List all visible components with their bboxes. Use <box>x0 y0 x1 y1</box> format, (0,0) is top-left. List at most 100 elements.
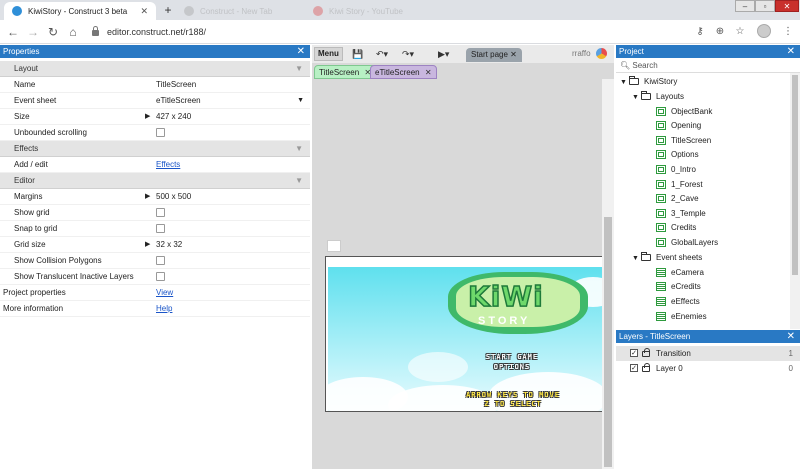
bookmark-star-icon[interactable]: ☆ <box>734 26 746 38</box>
collision-checkbox[interactable] <box>156 256 165 265</box>
layer-visible-checkbox[interactable]: ✓ <box>630 364 638 372</box>
tree-folder-event-sheets[interactable]: ▼ Event sheets <box>632 251 702 265</box>
address-bar[interactable]: editor.construct.net/r188/ <box>92 23 684 41</box>
expand-triangle-icon[interactable]: ▶ <box>145 189 150 205</box>
layout-object-instance[interactable] <box>327 240 341 252</box>
close-icon[interactable]: ✕ <box>510 50 517 59</box>
editor-toolbar: Menu 💾 ↶▾ ↷▾ ▶▾ Start page ✕ rraffo <box>312 45 614 63</box>
back-arrow-icon[interactable]: ← <box>6 25 20 39</box>
maximize-button[interactable]: ▫ <box>755 0 775 12</box>
unbounded-checkbox[interactable] <box>156 128 165 137</box>
close-icon[interactable]: ✕ <box>297 45 305 58</box>
tab-etitlescreen-events[interactable]: eTitleScreen ✕ <box>370 65 437 79</box>
tree-root[interactable]: ▼ KiwiStory <box>620 75 677 89</box>
browser-tab-active[interactable]: KiwiStory - Construct 3 beta ✕ <box>4 2 156 20</box>
translucent-checkbox[interactable] <box>156 272 165 281</box>
tree-item-event-sheet[interactable]: eCredits <box>656 280 701 294</box>
section-label: Editor <box>14 176 35 185</box>
scrollbar-thumb[interactable] <box>604 217 612 467</box>
menu-options: OPTIONS <box>493 363 531 371</box>
prop-value-input[interactable]: 32 x 32 <box>156 237 182 253</box>
editor-scrollbar[interactable] <box>602 79 614 469</box>
redo-icon[interactable]: ↷▾ <box>402 48 414 60</box>
prop-show-grid: Show grid <box>0 205 310 221</box>
view-link[interactable]: View <box>156 288 173 297</box>
tab-favicon-icon <box>184 6 194 16</box>
close-icon[interactable]: ✕ <box>425 68 432 77</box>
tree-item-layout[interactable]: Credits <box>656 221 696 235</box>
snap-grid-checkbox[interactable] <box>156 224 165 233</box>
save-icon[interactable]: 💾 <box>352 48 363 60</box>
section-editor[interactable]: Editor ▼ <box>0 173 310 189</box>
tree-item-layout[interactable]: 1_Forest <box>656 178 703 192</box>
tree-item-layout[interactable]: 2_Cave <box>656 192 699 206</box>
browser-tab-3[interactable]: Kiwi Story - YouTube <box>305 2 425 20</box>
browser-menu-icon[interactable]: ⋮ <box>782 26 794 38</box>
layer-row[interactable]: ✓ Transition 1 <box>616 346 800 361</box>
tree-item-event-sheet[interactable]: eEffects <box>656 295 700 309</box>
lock-icon[interactable] <box>642 348 650 357</box>
tree-label: ObjectBank <box>671 107 713 116</box>
properties-panel: Properties ✕ Layout ▼ Name TitleScreen E… <box>0 45 310 469</box>
profile-avatar[interactable] <box>757 24 771 38</box>
minimize-button[interactable]: – <box>735 0 755 12</box>
tree-folder-layouts[interactable]: ▼ Layouts <box>632 90 684 104</box>
tree-item-layout[interactable]: Options <box>656 148 699 162</box>
project-search-input[interactable]: 🔍︎ Search <box>616 59 800 73</box>
tree-item-layout[interactable]: TitleScreen <box>656 134 711 148</box>
home-icon[interactable]: ⌂ <box>66 25 80 39</box>
project-scrollbar[interactable] <box>790 73 800 329</box>
user-avatar-icon[interactable] <box>596 48 607 59</box>
tree-item-layout[interactable]: ObjectBank <box>656 105 712 119</box>
scrollbar-thumb[interactable] <box>792 75 798 275</box>
tab-titlescreen-layout[interactable]: TitleScreen ✕ <box>314 65 377 79</box>
collapse-chevron-icon[interactable]: ▼ <box>295 173 303 189</box>
tree-item-layout[interactable]: 0_Intro <box>656 163 696 177</box>
undo-icon[interactable]: ↶▾ <box>376 48 388 60</box>
layer-index: 1 <box>788 349 793 358</box>
dropdown-arrow-icon[interactable]: ▼ <box>297 93 304 109</box>
event-sheet-select[interactable]: eTitleScreen <box>156 93 201 109</box>
tab-start-page[interactable]: Start page ✕ <box>466 48 522 62</box>
collapse-chevron-icon[interactable]: ▼ <box>295 61 303 77</box>
layer-visible-checkbox[interactable]: ✓ <box>630 349 638 357</box>
effects-link[interactable]: Effects <box>156 160 180 169</box>
lock-icon[interactable] <box>642 363 650 372</box>
browser-tab-title: Construct - New Tab <box>200 6 273 16</box>
browser-tab-2[interactable]: Construct - New Tab <box>176 2 301 20</box>
close-icon[interactable]: ✕ <box>787 330 795 343</box>
window-close-button[interactable]: ✕ <box>775 0 799 12</box>
close-tab-icon[interactable]: ✕ <box>140 6 148 17</box>
prop-value-input[interactable]: 500 x 500 <box>156 189 191 205</box>
tree-item-layout[interactable]: 3_Temple <box>656 207 706 221</box>
expand-triangle-icon[interactable]: ▶ <box>145 109 150 125</box>
prop-value-input[interactable]: 427 x 240 <box>156 109 191 125</box>
key-icon[interactable]: ⚷ <box>694 26 706 38</box>
section-effects[interactable]: Effects ▼ <box>0 141 310 157</box>
tree-item-layout[interactable]: Opening <box>656 119 701 133</box>
search-icon: 🔍︎ <box>620 61 631 70</box>
menu-button[interactable]: Menu <box>314 47 343 61</box>
prop-value-input[interactable]: TitleScreen <box>156 77 196 93</box>
play-icon[interactable]: ▶▾ <box>438 48 449 60</box>
show-grid-checkbox[interactable] <box>156 208 165 217</box>
prop-label: Add / edit <box>14 160 48 169</box>
youtube-favicon-icon <box>313 6 323 16</box>
forward-arrow-icon[interactable]: → <box>26 25 40 39</box>
tree-expand-icon[interactable]: ▼ <box>632 252 641 266</box>
tree-item-event-sheet[interactable]: eEnemies <box>656 310 707 324</box>
layout-canvas[interactable]: KiWi STORY START GAME OPTIONS ARROW KEYS… <box>325 256 603 412</box>
tree-expand-icon[interactable]: ▼ <box>620 76 629 90</box>
collapse-chevron-icon[interactable]: ▼ <box>295 141 303 157</box>
tree-expand-icon[interactable]: ▼ <box>632 91 641 105</box>
reload-icon[interactable]: ↻ <box>46 25 60 39</box>
tree-item-layout[interactable]: GlobalLayers <box>656 236 718 250</box>
tree-item-event-sheet[interactable]: eCamera <box>656 266 704 280</box>
close-icon[interactable]: ✕ <box>787 45 795 58</box>
expand-triangle-icon[interactable]: ▶ <box>145 237 150 253</box>
help-link[interactable]: Help <box>156 304 172 313</box>
new-tab-plus-icon[interactable]: + <box>161 3 175 17</box>
section-layout[interactable]: Layout ▼ <box>0 61 310 77</box>
layer-row[interactable]: ✓ Layer 0 0 <box>616 361 800 376</box>
install-app-icon[interactable]: ⊕ <box>714 26 726 38</box>
